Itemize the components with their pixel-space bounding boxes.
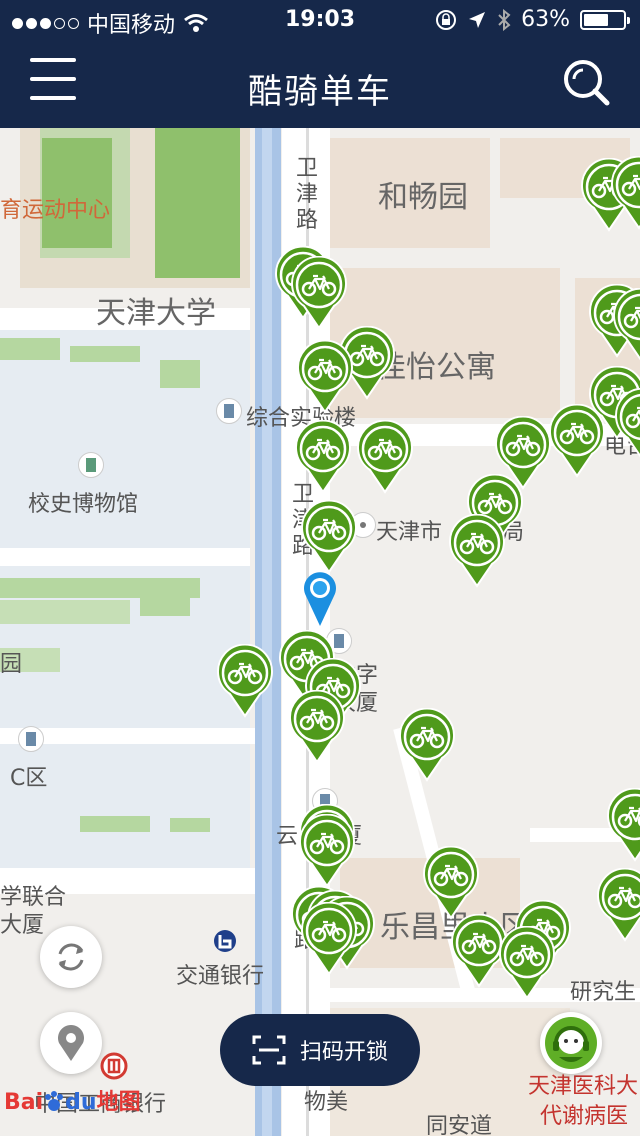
bank-of-comm-logo-icon — [214, 930, 236, 952]
tongan-road-label: 同安道 — [426, 1114, 493, 1136]
metabolic-label: 代谢病医 — [540, 1104, 629, 1129]
location-arrow-icon — [469, 11, 486, 28]
bike-marker[interactable] — [296, 340, 354, 414]
customer-service-button[interactable] — [540, 1012, 602, 1074]
locate-button[interactable] — [40, 1012, 102, 1074]
tianjin-university-label: 天津大学 — [96, 296, 216, 331]
customer-service-icon — [545, 1017, 597, 1069]
bike-marker[interactable] — [298, 814, 356, 888]
bike-marker[interactable] — [294, 420, 352, 494]
bike-marker[interactable] — [596, 868, 640, 942]
lab-building-poi-icon — [216, 398, 242, 424]
top-bar: 中国移动 19:03 63% 酷骑单车 — [0, 0, 640, 128]
bike-marker[interactable] — [548, 404, 606, 478]
bank-of-comm-label: 交通银行 — [176, 964, 265, 989]
bike-marker[interactable] — [216, 644, 274, 718]
bike-marker[interactable] — [288, 690, 346, 764]
bike-marker[interactable] — [422, 846, 480, 920]
rotation-lock-icon — [436, 9, 457, 30]
bike-marker[interactable] — [356, 420, 414, 494]
scan-icon — [252, 1035, 286, 1065]
zone-c-poi-icon — [18, 726, 44, 752]
bike-marker[interactable] — [498, 926, 556, 1000]
history-museum-label: 校史博物馆 — [28, 492, 139, 517]
status-bar: 中国移动 19:03 63% — [0, 0, 640, 40]
location-icon — [58, 1025, 84, 1061]
bike-marker[interactable] — [606, 788, 640, 862]
user-location-marker — [304, 572, 336, 626]
weijin-road-top-label: 卫津路 — [296, 156, 319, 233]
medical-univ-label: 天津医科大 — [528, 1074, 639, 1099]
search-button[interactable] — [562, 58, 612, 108]
bike-marker[interactable] — [448, 514, 506, 588]
park-label: 园 — [0, 652, 23, 677]
tianjin-bureau-label: 天津市 — [376, 520, 443, 545]
icbc-logo-icon — [100, 1052, 128, 1080]
baidu-paw-icon — [45, 1091, 64, 1111]
museum-poi-icon — [78, 452, 104, 478]
bike-marker[interactable] — [300, 902, 358, 976]
bike-marker[interactable] — [614, 388, 640, 462]
bike-marker[interactable] — [612, 288, 640, 362]
page-title: 酷骑单车 — [248, 72, 392, 112]
baidu-du-text: du — [65, 1090, 97, 1115]
baidu-map-logo: Bai du地图 — [4, 1084, 141, 1116]
sports-center-label: 育运动中心 — [0, 198, 111, 223]
research-label: 研究生 — [570, 980, 637, 1005]
baidu-logo-text: Bai — [4, 1090, 44, 1115]
scan-unlock-label: 扫码开锁 — [299, 1040, 388, 1065]
hechang-yuan-label: 和畅园 — [378, 180, 468, 215]
bike-marker[interactable] — [610, 156, 640, 230]
search-icon — [564, 60, 610, 106]
refresh-icon — [58, 943, 84, 971]
bluetooth-icon — [498, 8, 511, 31]
wumei-label: 物美 — [304, 1090, 349, 1115]
bike-marker[interactable] — [300, 500, 358, 574]
baidu-map-text: 地图 — [96, 1090, 141, 1115]
map-view[interactable]: 育运动中心 天津大学 和畅园 佳怡公寓 综合实验楼 校史博物馆 卫津路 卫津路 … — [0, 128, 640, 1136]
battery-percent: 63% — [521, 7, 570, 32]
zone-c-label: C区 — [10, 766, 48, 791]
bike-marker[interactable] — [290, 256, 348, 330]
refresh-button[interactable] — [40, 926, 102, 988]
scan-unlock-button[interactable]: 扫码开锁 — [220, 1014, 420, 1086]
bike-marker[interactable] — [398, 708, 456, 782]
battery-icon — [580, 9, 630, 30]
